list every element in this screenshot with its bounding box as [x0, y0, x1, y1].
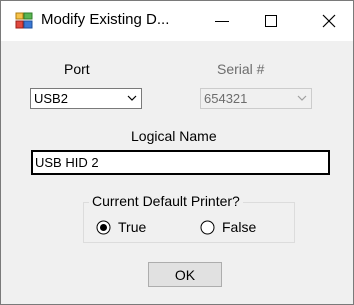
- chevron-down-icon: [297, 95, 307, 101]
- serial-combobox[interactable]: 654321: [200, 88, 312, 109]
- port-combobox[interactable]: USB2: [30, 88, 142, 109]
- default-printer-legend: Current Default Printer?: [89, 193, 243, 209]
- maximize-icon: [265, 15, 277, 27]
- logical-name-input[interactable]: USB HID 2: [31, 150, 330, 175]
- port-label: Port: [64, 61, 90, 77]
- window-title: Modify Existing D...: [41, 11, 170, 28]
- port-selected-value: USB2: [34, 91, 68, 106]
- maximize-button[interactable]: [248, 1, 294, 41]
- minimize-button[interactable]: [199, 1, 245, 41]
- printer-app-icon: [15, 12, 33, 30]
- ok-button-label: OK: [174, 267, 196, 283]
- logical-name-label: Logical Name: [131, 128, 217, 144]
- close-icon: [322, 14, 336, 28]
- radio-true[interactable]: [96, 220, 111, 235]
- radio-true-label[interactable]: True: [118, 219, 146, 235]
- radio-false[interactable]: [200, 220, 215, 235]
- serial-selected-value: 654321: [204, 91, 248, 106]
- radio-false-label[interactable]: False: [222, 219, 256, 235]
- close-button[interactable]: [306, 1, 352, 41]
- ok-button[interactable]: OK: [148, 262, 222, 287]
- serial-label: Serial #: [217, 61, 265, 77]
- logical-name-value: USB HID 2: [35, 155, 99, 170]
- chevron-down-icon: [127, 95, 137, 101]
- dialog-window: Modify Existing D... Port USB2 Serial # …: [0, 0, 354, 305]
- minimize-icon: [215, 21, 229, 22]
- title-bar[interactable]: Modify Existing D...: [1, 1, 353, 41]
